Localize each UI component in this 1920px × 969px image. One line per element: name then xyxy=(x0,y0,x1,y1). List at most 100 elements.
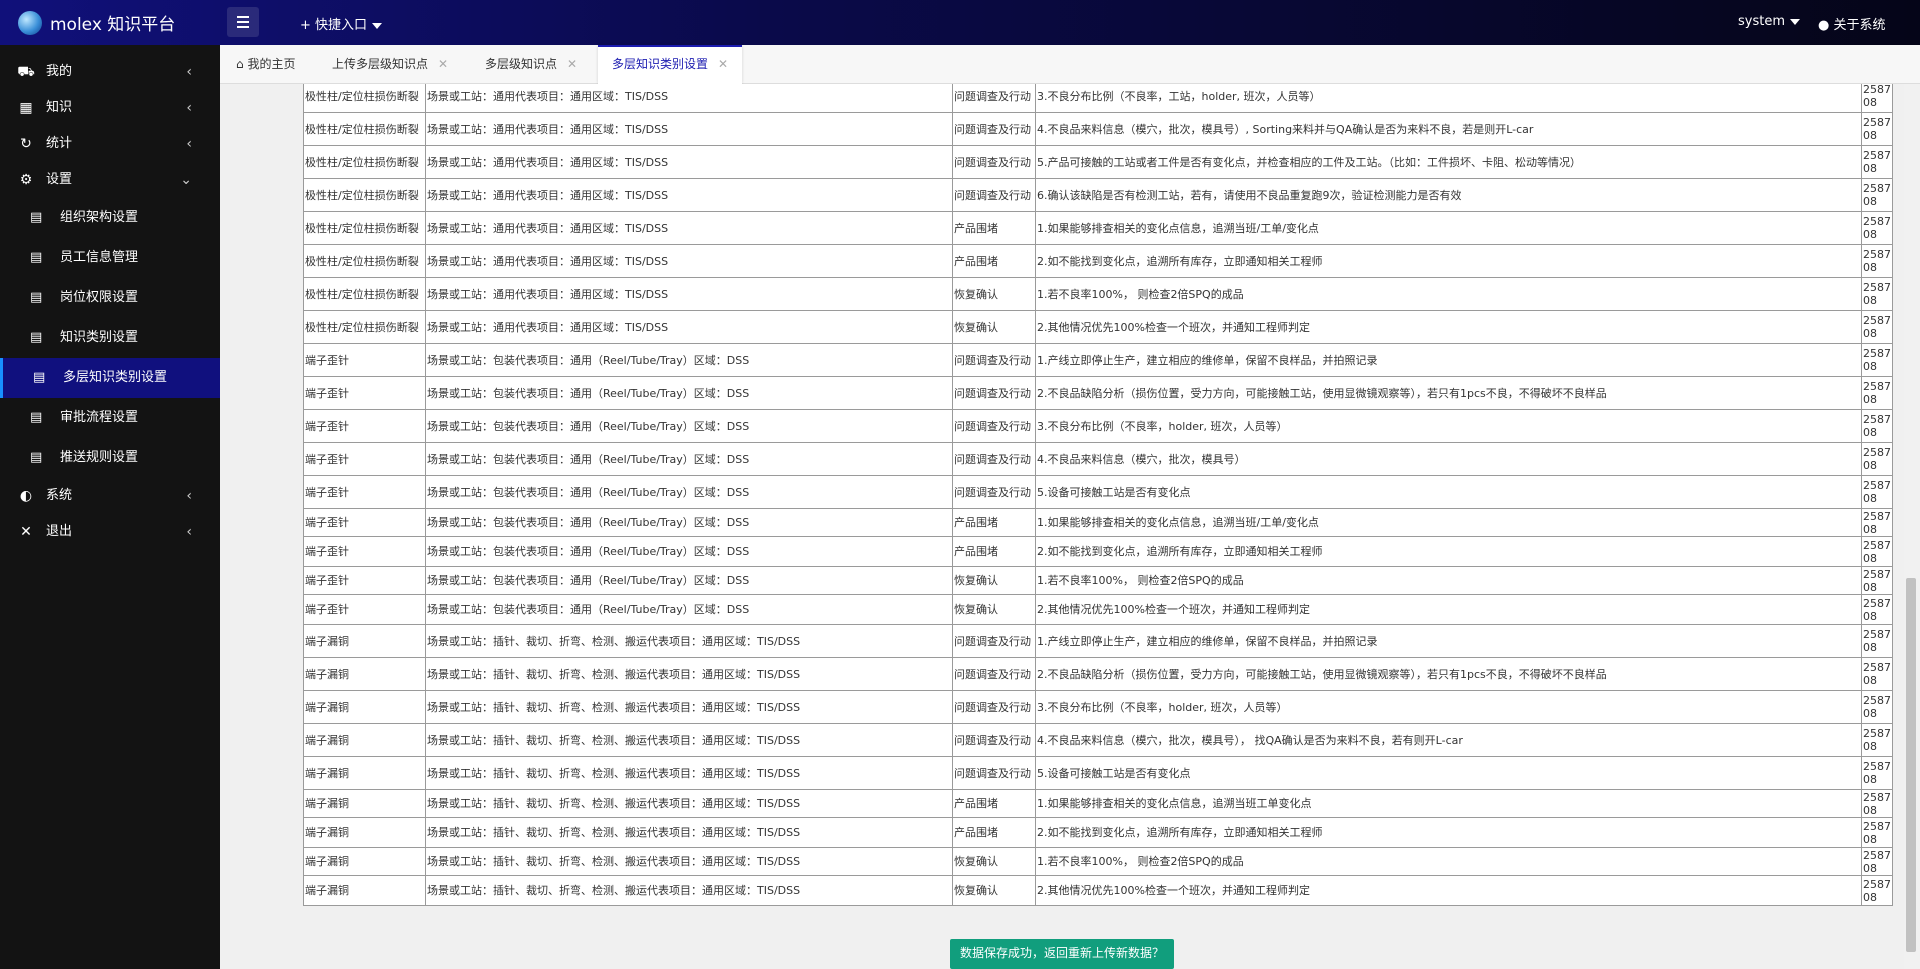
doc-icon: ▤ xyxy=(30,410,43,425)
table-row[interactable]: 端子歪针 场景或工站：包装代表项目：通用（Reel/Tube/Tray）区域：DS… xyxy=(303,442,1893,476)
cell-id: 258708 xyxy=(1861,690,1893,724)
table-row[interactable]: 极性柱/定位柱损伤断裂 场景或工站：通用代表项目：通用区域：TIS/DSS 恢复确认… xyxy=(303,310,1893,344)
sidebar-item-settings[interactable]: ⚙ 设置 ⌄ xyxy=(0,162,220,198)
cell-action: 2.其他情况优先100%检查一个班次，并通知工程师判定 xyxy=(1035,875,1862,906)
sidebar-subitem-org[interactable]: ▤ 组织架构设置 xyxy=(0,198,220,238)
sidebar: ⛟ 我的 ‹ ▦ 知识 ‹ ↻ 统计 ‹ ⚙ 设置 ⌄ ▤ 组织架构设置 ▤ 员工信息管理 ▤ 岗位权… xyxy=(0,45,220,969)
cell-action: 2.如不能找到变化点，追溯所有库存，立即通知相关工程师 xyxy=(1035,817,1862,848)
cell-action: 1.若不良率100%， 则检查2倍SPQ的成品 xyxy=(1035,277,1862,311)
tab-multilevel-knowledge[interactable]: 多层级知识点 ✕ xyxy=(485,45,577,83)
close-icon[interactable]: ✕ xyxy=(438,57,448,71)
sidebar-item-logout[interactable]: ✕ 退出 ‹ xyxy=(0,514,220,550)
table-row[interactable]: 端子漏铜 场景或工站：插针、裁切、折弯、检测、搬运代表项目：通用区域：TIS/DS… xyxy=(303,657,1893,691)
cell-scene: 场景或工站：插针、裁切、折弯、检测、搬运代表项目：通用区域：TIS/DSS xyxy=(425,624,953,658)
app-logo[interactable]: molex 知识平台 xyxy=(18,10,175,35)
cell-scene: 场景或工站：包装代表项目：通用（Reel/Tube/Tray）区域：DSS xyxy=(425,442,953,476)
table-row[interactable]: 极性柱/定位柱损伤断裂 场景或工站：通用代表项目：通用区域：TIS/DSS 恢复确认… xyxy=(303,277,1893,311)
cell-cat: 端子歪针 xyxy=(303,343,426,377)
cell-id: 258708 xyxy=(1861,145,1893,179)
table-row[interactable]: 极性柱/定位柱损伤断裂 场景或工站：通用代表项目：通用区域：TIS/DSS 产品围堵… xyxy=(303,244,1893,278)
cell-id: 258708 xyxy=(1861,847,1893,876)
table-row[interactable]: 端子歪针 场景或工站：包装代表项目：通用（Reel/Tube/Tray）区域：DS… xyxy=(303,508,1893,537)
table-row[interactable]: 端子歪针 场景或工站：包装代表项目：通用（Reel/Tube/Tray）区域：DS… xyxy=(303,343,1893,377)
table-row[interactable]: 端子漏铜 场景或工站：插针、裁切、折弯、检测、搬运代表项目：通用区域：TIS/DS… xyxy=(303,690,1893,724)
about-system-link[interactable]: ● 关于系统 xyxy=(1818,14,1886,33)
table-row[interactable]: 端子漏铜 场景或工站：插针、裁切、折弯、检测、搬运代表项目：通用区域：TIS/DS… xyxy=(303,817,1893,848)
caret-down-icon xyxy=(372,22,383,29)
save-success-button[interactable]: 数据保存成功，返回重新上传新数据？ xyxy=(950,939,1174,969)
table-row[interactable]: 极性柱/定位柱损伤断裂 场景或工站：通用代表项目：通用区域：TIS/DSS 问题调查… xyxy=(303,145,1893,179)
cell-type: 恢复确认 xyxy=(952,594,1036,625)
cell-cat: 端子漏铜 xyxy=(303,817,426,848)
table-row[interactable]: 端子歪针 场景或工站：包装代表项目：通用（Reel/Tube/Tray）区域：DS… xyxy=(303,566,1893,595)
close-icon: ✕ xyxy=(20,524,32,540)
chevron-left-icon: ‹ xyxy=(186,64,192,80)
sidebar-subitem-permission[interactable]: ▤ 岗位权限设置 xyxy=(0,278,220,318)
cell-type: 产品围堵 xyxy=(952,211,1036,245)
knowledge-table: 极性柱/定位柱损伤断裂 场景或工站：通用代表项目：通用区域：TIS/DSS 问题调查… xyxy=(303,84,1893,906)
cell-type: 产品围堵 xyxy=(952,817,1036,848)
user-menu[interactable]: system xyxy=(1738,14,1800,29)
app-title: molex 知识平台 xyxy=(50,15,176,35)
table-row[interactable]: 极性柱/定位柱损伤断裂 场景或工站：通用代表项目：通用区域：TIS/DSS 产品围堵… xyxy=(303,211,1893,245)
cell-type: 问题调查及行动 xyxy=(952,84,1036,113)
cell-action: 2.不良品缺陷分析（损伤位置，受力方向，可能接触工站，使用显微镜观察等），若只有… xyxy=(1035,376,1862,410)
table-row[interactable]: 端子歪针 场景或工站：包装代表项目：通用（Reel/Tube/Tray）区域：DS… xyxy=(303,536,1893,567)
cell-scene: 场景或工站：插针、裁切、折弯、检测、搬运代表项目：通用区域：TIS/DSS xyxy=(425,723,953,757)
table-row[interactable]: 端子歪针 场景或工站：包装代表项目：通用（Reel/Tube/Tray）区域：DS… xyxy=(303,475,1893,509)
cell-id: 258708 xyxy=(1861,442,1893,476)
sidebar-item-knowledge[interactable]: ▦ 知识 ‹ xyxy=(0,90,220,126)
menu-toggle-button[interactable] xyxy=(227,7,259,37)
cell-id: 258708 xyxy=(1861,343,1893,377)
close-icon[interactable]: ✕ xyxy=(567,57,577,71)
table-row[interactable]: 端子漏铜 场景或工站：插针、裁切、折弯、检测、搬运代表项目：通用区域：TIS/DS… xyxy=(303,756,1893,790)
sidebar-item-stats[interactable]: ↻ 统计 ‹ xyxy=(0,126,220,162)
tab-upload-knowledge[interactable]: 上传多层级知识点 ✕ xyxy=(332,45,448,83)
doc-icon: ▤ xyxy=(30,330,43,345)
cell-type: 问题调查及行动 xyxy=(952,475,1036,509)
sidebar-item-label: 我的 xyxy=(46,64,73,79)
cell-cat: 端子漏铜 xyxy=(303,723,426,757)
cell-cat: 极性柱/定位柱损伤断裂 xyxy=(303,211,426,245)
bulb-icon: ● xyxy=(1818,18,1830,33)
table-row[interactable]: 极性柱/定位柱损伤断裂 场景或工站：通用代表项目：通用区域：TIS/DSS 问题调查… xyxy=(303,178,1893,212)
table-row[interactable]: 端子歪针 场景或工站：包装代表项目：通用（Reel/Tube/Tray）区域：DS… xyxy=(303,376,1893,410)
sidebar-subitem-employee[interactable]: ▤ 员工信息管理 xyxy=(0,238,220,278)
sidebar-item-mine[interactable]: ⛟ 我的 ‹ xyxy=(0,54,220,90)
cell-type: 问题调查及行动 xyxy=(952,409,1036,443)
doc-icon: ▤ xyxy=(30,450,43,465)
table-row[interactable]: 端子漏铜 场景或工站：插针、裁切、折弯、检测、搬运代表项目：通用区域：TIS/DS… xyxy=(303,875,1893,906)
table-row[interactable]: 极性柱/定位柱损伤断裂 场景或工站：通用代表项目：通用区域：TIS/DSS 问题调查… xyxy=(303,112,1893,146)
cell-action: 2.如不能找到变化点，追溯所有库存，立即通知相关工程师 xyxy=(1035,536,1862,567)
table-row[interactable]: 端子漏铜 场景或工站：插针、裁切、折弯、检测、搬运代表项目：通用区域：TIS/DS… xyxy=(303,624,1893,658)
scrollbar-thumb[interactable] xyxy=(1906,578,1916,952)
table-row[interactable]: 端子漏铜 场景或工站：插针、裁切、折弯、检测、搬运代表项目：通用区域：TIS/DS… xyxy=(303,723,1893,757)
cell-action: 4.不良品来料信息（模穴，批次，模具号）， 找QA确认是否为来料不良，若有则开L… xyxy=(1035,723,1862,757)
cell-scene: 场景或工站：插针、裁切、折弯、检测、搬运代表项目：通用区域：TIS/DSS xyxy=(425,789,953,818)
chevron-left-icon: ‹ xyxy=(186,136,192,152)
table-row[interactable]: 端子歪针 场景或工站：包装代表项目：通用（Reel/Tube/Tray）区域：DS… xyxy=(303,594,1893,625)
sidebar-subitem-multilevel-category[interactable]: ▤ 多层知识类别设置 xyxy=(0,358,220,398)
tab-bar: ⌂ 我的主页 上传多层级知识点 ✕ 多层级知识点 ✕ 多层知识类别设置 ✕ xyxy=(220,45,1920,84)
cell-id: 258708 xyxy=(1861,409,1893,443)
sidebar-item-system[interactable]: ◐ 系统 ‹ xyxy=(0,478,220,514)
cell-id: 258708 xyxy=(1861,756,1893,790)
quick-entry-menu[interactable]: + 快捷入口 xyxy=(300,14,383,33)
table-row[interactable]: 端子歪针 场景或工站：包装代表项目：通用（Reel/Tube/Tray）区域：DS… xyxy=(303,409,1893,443)
table-row[interactable]: 端子漏铜 场景或工站：插针、裁切、折弯、检测、搬运代表项目：通用区域：TIS/DS… xyxy=(303,847,1893,876)
sidebar-item-label: 系统 xyxy=(46,488,73,503)
sidebar-subitem-approval[interactable]: ▤ 审批流程设置 xyxy=(0,398,220,438)
cell-type: 产品围堵 xyxy=(952,508,1036,537)
cell-cat: 端子漏铜 xyxy=(303,756,426,790)
tab-multilevel-category[interactable]: 多层知识类别设置 ✕ xyxy=(598,45,743,84)
doc-icon: ▤ xyxy=(30,210,43,225)
sidebar-subitem-push-rules[interactable]: ▤ 推送规则设置 xyxy=(0,438,220,478)
close-icon[interactable]: ✕ xyxy=(718,57,728,71)
sidebar-subitem-category[interactable]: ▤ 知识类别设置 xyxy=(0,318,220,358)
cell-cat: 端子漏铜 xyxy=(303,657,426,691)
table-row[interactable]: 极性柱/定位柱损伤断裂 场景或工站：通用代表项目：通用区域：TIS/DSS 问题调查… xyxy=(303,84,1893,113)
tab-home[interactable]: ⌂ 我的主页 xyxy=(236,45,295,83)
cell-type: 问题调查及行动 xyxy=(952,178,1036,212)
cell-scene: 场景或工站：包装代表项目：通用（Reel/Tube/Tray）区域：DSS xyxy=(425,508,953,537)
table-row[interactable]: 端子漏铜 场景或工站：插针、裁切、折弯、检测、搬运代表项目：通用区域：TIS/DS… xyxy=(303,789,1893,818)
